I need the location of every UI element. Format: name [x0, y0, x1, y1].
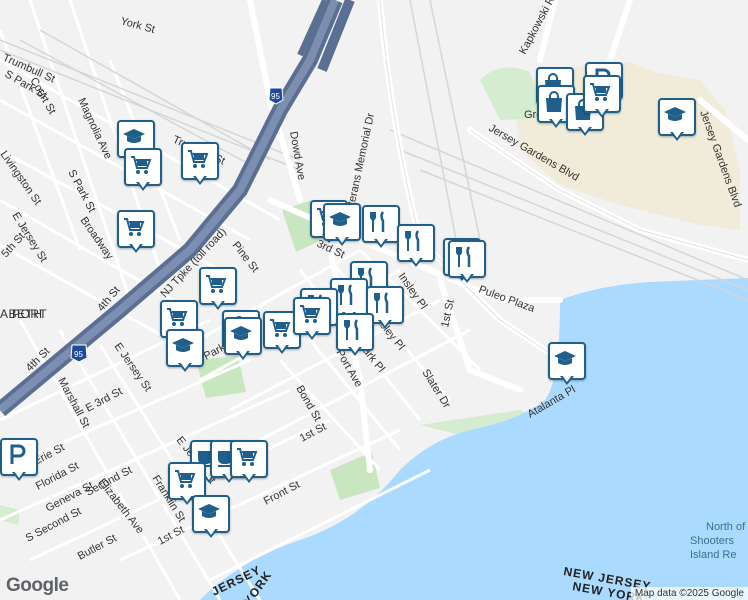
street-label: 1st St	[298, 421, 328, 445]
map-pin[interactable]	[293, 297, 331, 341]
map-pin[interactable]	[192, 495, 230, 539]
map-view[interactable]: 95 95 York St Kapkowski Rd Trumbull St C…	[0, 0, 748, 600]
map-pin[interactable]	[583, 75, 621, 119]
street-label: Slater Dr	[419, 367, 452, 410]
map-pin[interactable]	[397, 224, 435, 268]
map-pin[interactable]	[124, 148, 162, 192]
map-pin[interactable]	[117, 210, 155, 254]
water-label: North of	[706, 521, 746, 533]
map-pin[interactable]	[362, 205, 400, 249]
area-label: PORT	[12, 307, 47, 321]
street-label: 5th St	[0, 231, 27, 260]
google-logo: Google	[6, 575, 69, 596]
attribution[interactable]: Map data ©2025 Google	[630, 587, 748, 600]
map-pin[interactable]	[658, 98, 696, 142]
street-label: 1st St	[156, 524, 186, 548]
water-label: Island Re	[690, 549, 736, 561]
svg-text:95: 95	[74, 350, 83, 359]
map-pin[interactable]	[166, 329, 204, 373]
street-label: E 3rd St	[84, 385, 125, 414]
map-pin[interactable]	[448, 240, 486, 284]
map-pin[interactable]	[0, 438, 38, 482]
map-pin[interactable]	[336, 313, 374, 357]
map-pin[interactable]	[548, 342, 586, 386]
water-label: Shooters	[690, 535, 735, 547]
street-label: York St	[119, 15, 156, 36]
map-pin[interactable]	[199, 267, 237, 311]
map-pin[interactable]	[224, 317, 262, 361]
svg-text:95: 95	[271, 92, 280, 101]
map-pin[interactable]	[181, 142, 219, 186]
map-pin[interactable]	[230, 440, 268, 484]
map-pin[interactable]	[323, 203, 361, 247]
street-label: Livingston St	[0, 149, 43, 207]
